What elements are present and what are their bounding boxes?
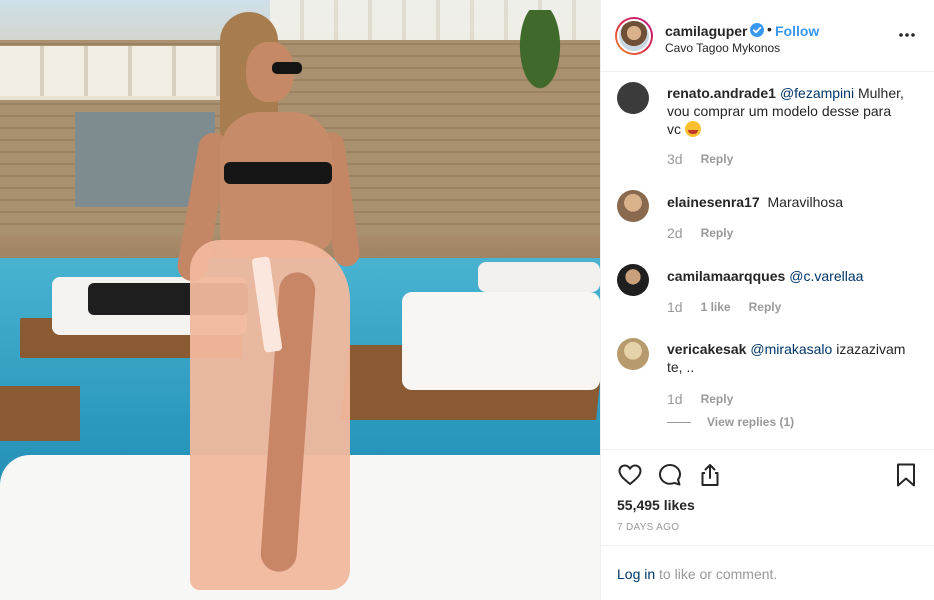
photo-person-sunglasses [272, 62, 302, 74]
comment-time[interactable]: 3d [667, 151, 683, 167]
comment-list[interactable]: renato.andrade1 @fezampini Mulher, vou co… [601, 72, 934, 448]
post-actions-area: 55,495 likes 7 DAYS AGO [601, 449, 934, 545]
post-header: camilaguper • Follow Cavo Tagoo Mykonos [601, 0, 934, 72]
bookmark-icon[interactable] [893, 462, 919, 488]
commenter-username[interactable]: elainesenra17 [667, 194, 760, 210]
photo-person [175, 12, 362, 600]
post-photo[interactable] [0, 0, 600, 600]
comment-mention[interactable]: @fezampini [780, 85, 858, 101]
photo-bg-palm [500, 10, 580, 130]
photo-daybed [402, 292, 600, 390]
comment-meta: 3d Reply [667, 151, 733, 167]
header-separator-dot: • [767, 21, 772, 37]
commenter-avatar[interactable] [617, 338, 649, 370]
comment-likes[interactable]: 1 like [701, 300, 731, 314]
reply-button[interactable]: Reply [701, 152, 734, 166]
more-options-icon[interactable] [898, 28, 916, 42]
comment-meta: 1d Reply [667, 391, 733, 407]
likes-count[interactable]: 55,495 likes [617, 497, 695, 513]
comment-meta: 1d 1 like Reply [667, 299, 781, 315]
comment-mention[interactable]: @c.varellaa [789, 268, 863, 284]
view-replies-line [667, 421, 691, 423]
post-location[interactable]: Cavo Tagoo Mykonos [665, 41, 780, 55]
commenter-username[interactable]: renato.andrade1 [667, 85, 776, 101]
instagram-post: camilaguper • Follow Cavo Tagoo Mykonos … [0, 0, 934, 600]
reply-button[interactable]: Reply [749, 300, 782, 314]
reply-button[interactable]: Reply [701, 392, 734, 406]
commenter-avatar[interactable] [617, 264, 649, 296]
commenter-avatar[interactable] [617, 190, 649, 222]
commenter-avatar[interactable] [617, 82, 649, 114]
photo-person-top [224, 162, 332, 184]
verified-badge-icon [750, 23, 764, 37]
comment-text: camilamaarqques @c.varellaa [667, 267, 907, 285]
comment-text: renato.andrade1 @fezampini Mulher, vou co… [667, 84, 907, 138]
heart-icon[interactable] [617, 462, 643, 488]
share-icon[interactable] [697, 462, 723, 488]
login-prompt: Log in to like or comment. [601, 545, 934, 600]
action-buttons [617, 462, 723, 488]
comment-icon[interactable] [657, 462, 683, 488]
view-replies-label: View replies (1) [707, 415, 795, 429]
comment-time[interactable]: 1d [667, 391, 683, 407]
post-side-panel: camilaguper • Follow Cavo Tagoo Mykonos … [600, 0, 934, 600]
photo-daybed [478, 262, 600, 292]
author-username[interactable]: camilaguper [665, 23, 747, 39]
comment-time[interactable]: 1d [667, 299, 683, 315]
login-prompt-rest: to like or comment. [655, 566, 778, 582]
author-avatar[interactable] [615, 17, 653, 55]
commenter-username[interactable]: camilamaarqques [667, 268, 785, 284]
login-prompt-text: Log in to like or comment. [617, 566, 777, 582]
comment-text: vericakesak @mirakasalo izazazivam te, .. [667, 340, 907, 376]
view-replies-button[interactable]: View replies (1) [667, 415, 794, 429]
reply-button[interactable]: Reply [701, 226, 734, 240]
smiling-face-with-heart-eyes-icon [684, 121, 701, 137]
comment-time[interactable]: 2d [667, 225, 683, 241]
photo-deck [0, 386, 80, 441]
author-avatar-image [617, 19, 651, 53]
comment-mention[interactable]: @mirakasalo [750, 341, 836, 357]
comment-text: elainesenra17 Maravilhosa [667, 193, 907, 211]
login-link[interactable]: Log in [617, 566, 655, 582]
post-date[interactable]: 7 DAYS AGO [617, 522, 679, 533]
comment-message: Maravilhosa [767, 194, 843, 210]
commenter-username[interactable]: vericakesak [667, 341, 746, 357]
comment-meta: 2d Reply [667, 225, 733, 241]
follow-button[interactable]: Follow [775, 23, 819, 39]
